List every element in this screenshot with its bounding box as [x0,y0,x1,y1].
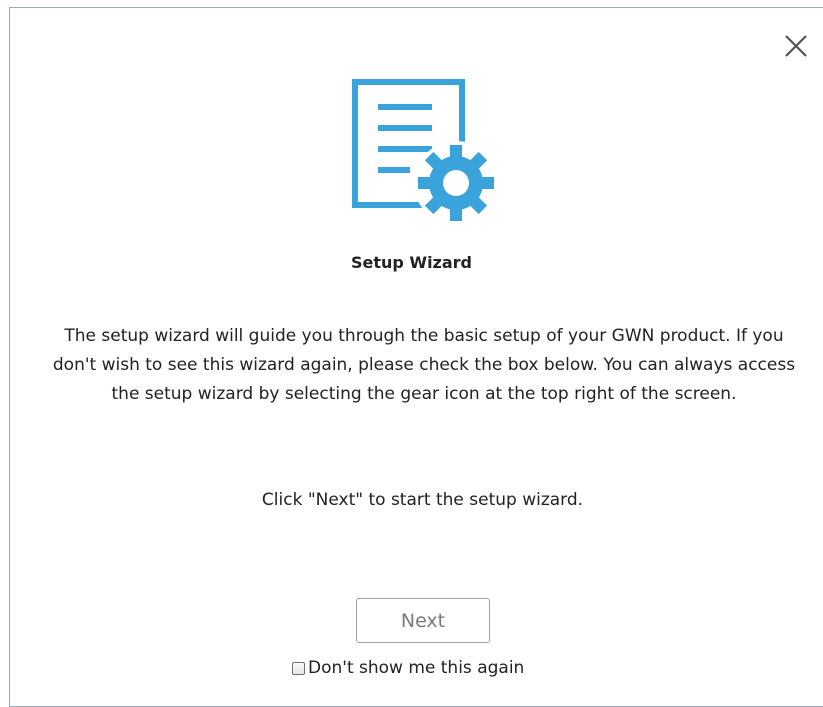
next-button[interactable]: Next [356,598,490,643]
document-gear-icon [352,79,497,224]
dont-show-again-label: Don't show me this again [308,658,525,678]
dont-show-again-option[interactable]: Don't show me this again [292,656,524,680]
next-hint-text: Click "Next" to start the setup wizard. [261,490,584,510]
dialog-title: Setup Wizard [350,253,473,272]
close-icon[interactable] [780,30,810,60]
dont-show-again-checkbox[interactable] [292,661,305,675]
dialog-description: The setup wizard will guide you through … [52,326,796,404]
